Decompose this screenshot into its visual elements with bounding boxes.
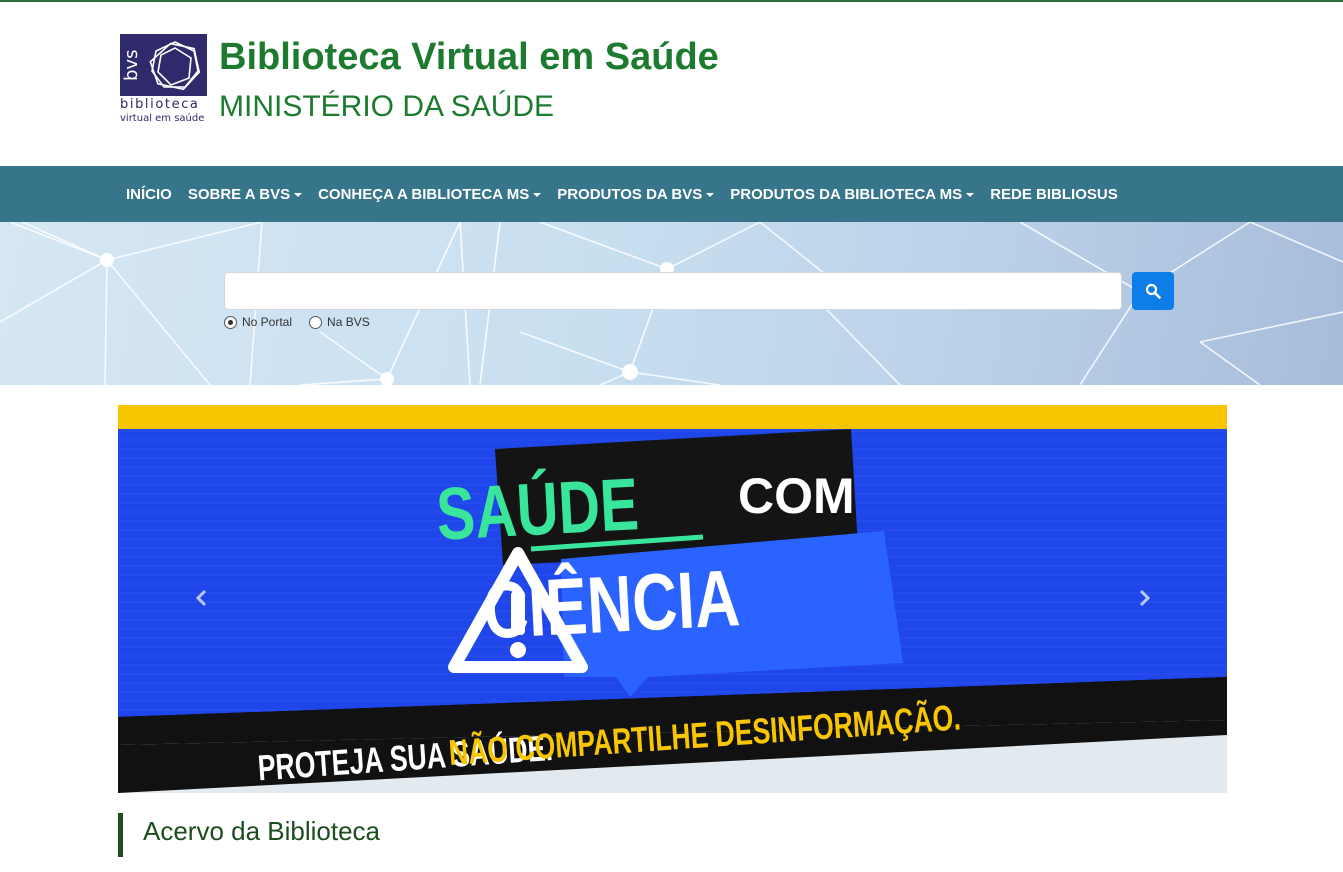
section-title: Acervo da Biblioteca	[143, 816, 381, 846]
banner-word-ciencia: CIÊNCIA	[481, 553, 742, 657]
section-acervo: Acervo da Biblioteca	[118, 813, 380, 857]
nav-item-conheca-a-biblioteca-ms[interactable]: CONHEÇA A BIBLIOTECA MS	[310, 166, 549, 222]
nav-item-label: SOBRE A BVS	[187, 185, 291, 203]
nav-item-inicio[interactable]: INÍCIO	[118, 166, 180, 222]
radio-label-no-portal[interactable]: No Portal	[242, 315, 292, 329]
caret-down-icon	[706, 193, 715, 197]
main-nav: INÍCIO SOBRE A BVS CONHEÇA A BIBLIOTECA …	[0, 166, 1343, 222]
nav-item-label: PRODUTOS DA BVS	[557, 185, 703, 203]
nav-item-produtos-da-bvs[interactable]: PRODUTOS DA BVS	[549, 166, 722, 222]
logo-text-virtual: virtual em saúde	[120, 113, 205, 124]
logo-polygon-icon	[149, 41, 201, 91]
site-title[interactable]: Biblioteca Virtual em Saúde	[219, 35, 719, 79]
nav-item-label: CONHEÇA A BIBLIOTECA MS	[318, 185, 530, 203]
caret-down-icon	[294, 193, 303, 197]
search-band: No Portal Na BVS	[0, 222, 1343, 385]
bvs-logo[interactable]: bvs biblioteca virtual em saúde	[120, 34, 207, 127]
logo-abbr: bvs	[121, 49, 142, 81]
radio-no-portal[interactable]	[224, 315, 237, 329]
carousel-next-button[interactable]	[1130, 583, 1160, 613]
search-input[interactable]	[224, 272, 1122, 310]
carousel-banner[interactable]: SAÚDE COM CIÊNCIA PROTEJA SUA SAÚDE. NÃO…	[118, 405, 1227, 793]
caret-down-icon	[533, 193, 542, 197]
search-icon	[1145, 283, 1161, 299]
site-header: bvs biblioteca virtual em saúde Bibliote…	[0, 2, 1343, 166]
nav-item-label: PRODUTOS DA BIBLIOTECA MS	[730, 185, 963, 203]
search-scope: No Portal Na BVS	[224, 315, 387, 329]
search-button[interactable]	[1132, 272, 1174, 310]
chevron-right-icon	[1139, 589, 1151, 607]
nav-item-label: INÍCIO	[126, 185, 172, 203]
nav-item-produtos-da-biblioteca-ms[interactable]: PRODUTOS DA BIBLIOTECA MS	[722, 166, 982, 222]
caret-down-icon	[966, 193, 975, 197]
carousel-prev-button[interactable]	[186, 583, 216, 613]
radio-na-bvs[interactable]	[309, 315, 323, 329]
logo-mark: bvs	[120, 34, 207, 96]
banner-artwork: SAÚDE COM CIÊNCIA PROTEJA SUA SAÚDE. NÃO…	[118, 429, 1227, 793]
nav-item-sobre-a-bvs[interactable]: SOBRE A BVS	[180, 166, 310, 222]
banner-word-com: COM	[738, 468, 855, 524]
nav-list: INÍCIO SOBRE A BVS CONHEÇA A BIBLIOTECA …	[118, 166, 1126, 222]
chevron-left-icon	[195, 589, 207, 607]
site-subtitle: MINISTÉRIO DA SAÚDE	[219, 90, 555, 123]
nav-item-label: REDE BIBLIOSUS	[990, 185, 1118, 203]
nav-item-rede-bibliosus[interactable]: REDE BIBLIOSUS	[982, 166, 1126, 222]
radio-label-na-bvs[interactable]: Na BVS	[327, 315, 370, 329]
logo-text-biblioteca: biblioteca	[120, 97, 200, 112]
